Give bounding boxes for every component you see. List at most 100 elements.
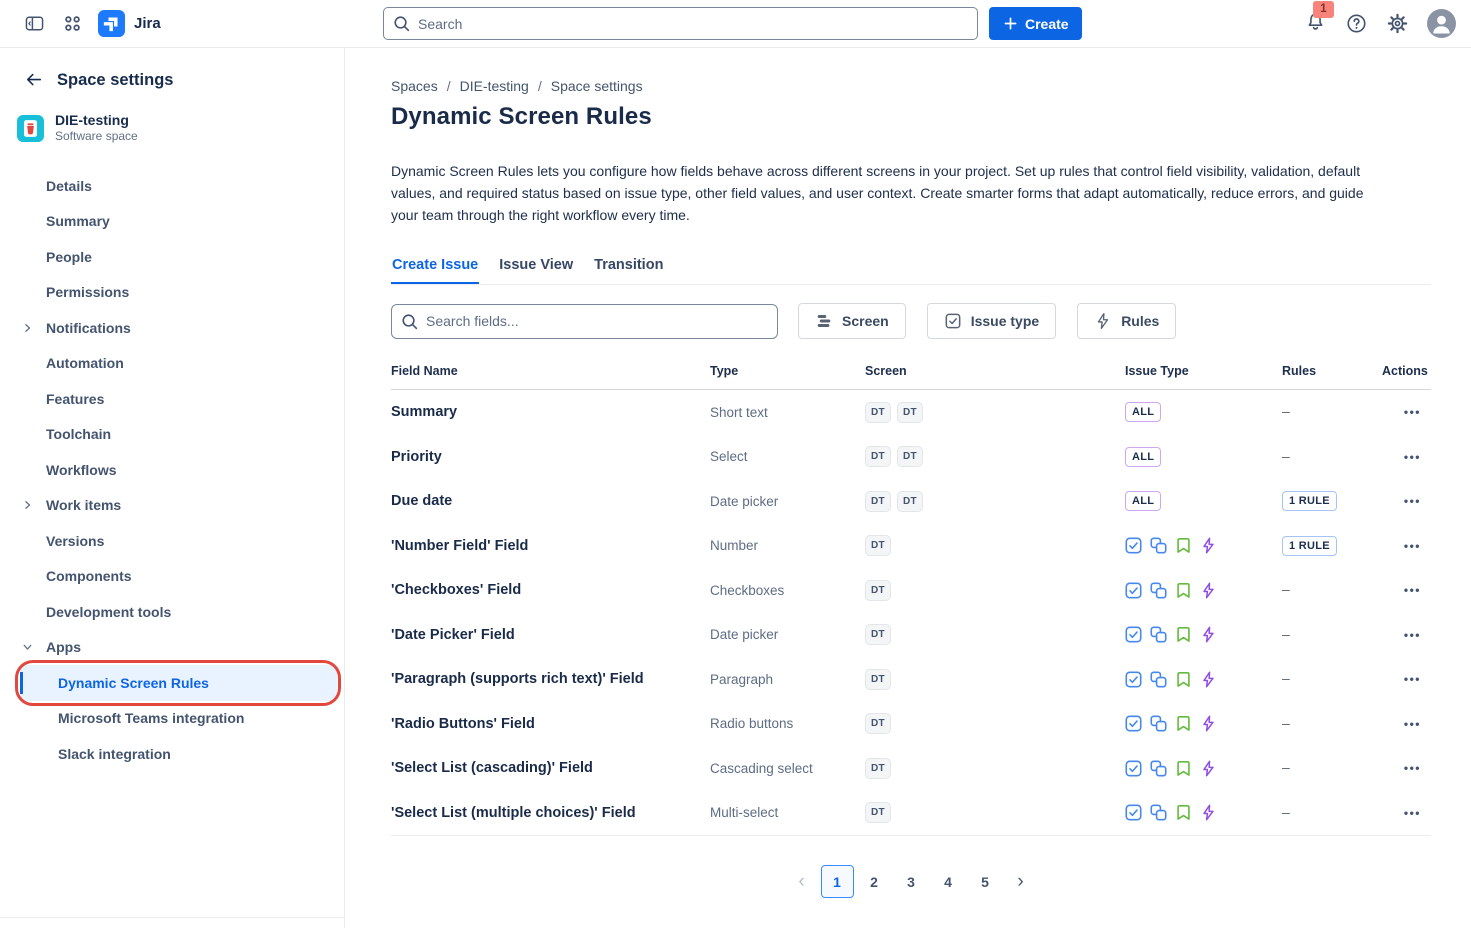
filter-button-rules[interactable]: Rules [1077, 303, 1176, 339]
global-search-input[interactable] [383, 7, 978, 40]
table-body: SummaryShort textDTDTALL–•••PrioritySele… [391, 390, 1431, 836]
rules-cell: – [1282, 581, 1382, 599]
sidebar-item-label: Details [0, 178, 92, 194]
screen-badge: DT [865, 802, 891, 823]
pagination-page-2[interactable]: 2 [858, 865, 891, 898]
tab-create-issue[interactable]: Create Issue [391, 257, 479, 284]
issue-type-cell [1125, 804, 1282, 821]
row-actions-button[interactable]: ••• [1404, 672, 1421, 686]
plus-icon [1002, 15, 1019, 32]
sidebar-item-label: Dynamic Screen Rules [0, 675, 209, 691]
sidebar-item-workflows[interactable]: Workflows [0, 452, 344, 488]
story-icon [1175, 804, 1192, 821]
rule-count-badge: 1 RULE [1282, 536, 1337, 556]
row-actions-button[interactable]: ••• [1404, 405, 1421, 419]
row-actions-button[interactable]: ••• [1404, 583, 1421, 597]
app-switcher-button[interactable] [61, 12, 84, 35]
user-avatar[interactable] [1427, 9, 1456, 38]
project-header: DIE-testing Software space [0, 98, 344, 146]
sidebar-item-slack-integration[interactable]: Slack integration [0, 736, 344, 772]
sidebar-item-components[interactable]: Components [0, 559, 344, 595]
sidebar-item-versions[interactable]: Versions [0, 523, 344, 559]
task-icon [1125, 715, 1142, 732]
epic-icon [1200, 582, 1217, 599]
actions-cell: ••• [1382, 448, 1431, 466]
jira-home-link[interactable]: Jira [98, 10, 161, 37]
rules-cell: 1 RULE [1282, 536, 1382, 556]
search-icon [400, 312, 419, 331]
tab-transition[interactable]: Transition [593, 257, 664, 284]
sidebar-item-apps[interactable]: Apps [0, 630, 344, 666]
sidebar-item-people[interactable]: People [0, 239, 344, 275]
row-actions-button[interactable]: ••• [1404, 717, 1421, 731]
create-button[interactable]: Create [989, 7, 1082, 40]
sidebar-item-label: Notifications [0, 320, 131, 336]
epic-icon [1200, 715, 1217, 732]
pagination-next-icon[interactable]: › [1006, 865, 1036, 898]
actions-cell: ••• [1382, 581, 1431, 599]
help-icon[interactable] [1345, 12, 1368, 35]
pagination-page-4[interactable]: 4 [932, 865, 965, 898]
sidebar-item-permissions[interactable]: Permissions [0, 275, 344, 311]
field-name-cell: Due date [391, 493, 710, 509]
pagination-page-5[interactable]: 5 [969, 865, 1002, 898]
row-actions-button[interactable]: ••• [1404, 494, 1421, 508]
sidebar-item-dynamic-screen-rules[interactable]: Dynamic Screen Rules [0, 665, 344, 701]
filter-button-screen[interactable]: Screen [798, 303, 906, 339]
table-row: Due dateDate pickerDTDTALL1 RULE••• [391, 479, 1431, 524]
tab-issue-view[interactable]: Issue View [498, 257, 574, 284]
sidebar-item-label: Features [0, 391, 104, 407]
epic-icon [1200, 760, 1217, 777]
row-actions-button[interactable]: ••• [1404, 628, 1421, 642]
sidebar-item-label: Components [0, 568, 132, 584]
field-name-cell: 'Paragraph (supports rich text)' Field [391, 671, 710, 687]
collapse-sidebar-button[interactable] [22, 11, 47, 36]
sidebar-item-features[interactable]: Features [0, 381, 344, 417]
no-rules-dash: – [1282, 670, 1290, 686]
collapse-sidebar-icon [24, 13, 45, 34]
issue-type-cell [1125, 715, 1282, 732]
rules-cell: – [1282, 759, 1382, 777]
breadcrumb-item-die-testing[interactable]: DIE-testing [460, 78, 529, 94]
sidebar-item-development-tools[interactable]: Development tools [0, 594, 344, 630]
issue-type-cell: ALL [1125, 491, 1282, 511]
sidebar-item-details[interactable]: Details [0, 168, 344, 204]
field-name-cell: 'Select List (multiple choices)' Field [391, 805, 710, 821]
row-actions-button[interactable]: ••• [1404, 450, 1421, 464]
notifications-button[interactable]: 1 [1304, 10, 1327, 38]
row-actions-button[interactable]: ••• [1404, 761, 1421, 775]
field-search-input[interactable] [391, 304, 778, 339]
sidebar-item-summary[interactable]: Summary [0, 204, 344, 240]
sidebar-item-notifications[interactable]: Notifications [0, 310, 344, 346]
fields-table: Field NameTypeScreenIssue TypeRulesActio… [391, 364, 1431, 836]
sidebar-item-microsoft-teams-integration[interactable]: Microsoft Teams integration [0, 701, 344, 737]
screen-cell: DT [865, 669, 1125, 690]
sidebar-item-work-items[interactable]: Work items [0, 488, 344, 524]
sidebar-item-automation[interactable]: Automation [0, 346, 344, 382]
breadcrumb-item-spaces[interactable]: Spaces [391, 78, 438, 94]
screen-cell: DT [865, 713, 1125, 734]
task-icon [1125, 671, 1142, 688]
app-name: Jira [134, 15, 161, 32]
filter-button-label: Rules [1121, 313, 1159, 329]
pagination-page-3[interactable]: 3 [895, 865, 928, 898]
issue-type-all-badge: ALL [1125, 491, 1161, 511]
pagination-prev-icon[interactable]: ‹ [787, 865, 817, 898]
pagination-page-1[interactable]: 1 [821, 865, 854, 898]
row-actions-button[interactable]: ••• [1404, 806, 1421, 820]
back-button[interactable] [24, 70, 44, 90]
issue-type-cell [1125, 537, 1282, 554]
sidebar-item-label: Toolchain [0, 426, 111, 442]
sidebar-item-toolchain[interactable]: Toolchain [0, 417, 344, 453]
actions-cell: ••• [1382, 670, 1431, 688]
field-name-cell: 'Checkboxes' Field [391, 582, 710, 598]
field-type-cell: Select [710, 449, 865, 464]
screen-badge: DT [897, 446, 923, 467]
sidebar-item-label: Work items [0, 497, 121, 513]
gear-icon[interactable] [1386, 12, 1409, 35]
actions-cell: ••• [1382, 537, 1431, 555]
row-actions-button[interactable]: ••• [1404, 539, 1421, 553]
filter-button-issue-type[interactable]: Issue type [927, 303, 1056, 339]
breadcrumb-item-space-settings[interactable]: Space settings [551, 78, 643, 94]
screen-cell: DTDT [865, 446, 1125, 467]
